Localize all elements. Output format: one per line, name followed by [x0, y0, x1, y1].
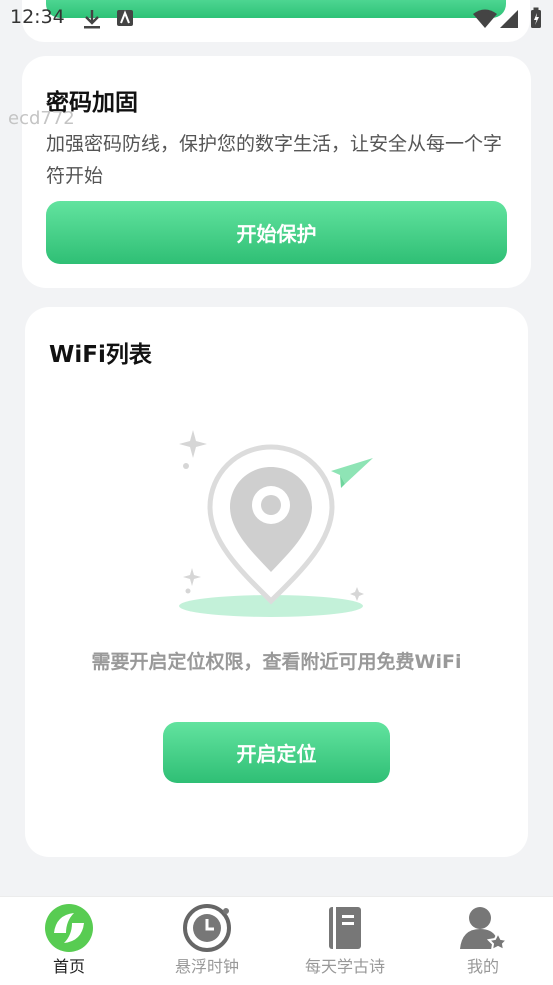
book-icon [329, 907, 361, 949]
status-bar: 12:34 [0, 0, 553, 38]
nav-label-daily-poetry: 每天学古诗 [304, 957, 385, 976]
bottom-nav: 首页 悬浮时钟 每天学古诗 我的 [0, 896, 553, 985]
nav-item-floating-clock[interactable]: 悬浮时钟 [138, 897, 276, 985]
nav-item-home[interactable]: 首页 [0, 897, 138, 985]
wifi-signal-icon [473, 9, 497, 28]
start-protect-button[interactable]: 开始保护 [46, 201, 507, 264]
cell-signal-icon [500, 10, 518, 28]
wifi-list-title: WiFi列表 [49, 342, 152, 368]
enable-location-button[interactable]: 开启定位 [163, 722, 390, 783]
location-permission-hint: 需要开启定位权限，查看附近可用免费WiFi [91, 651, 462, 673]
wifi-list-card: WiFi列表 需要开启定位权限，查看附近可用免费WiFi 开启定位 [25, 307, 528, 857]
location-pin-illustration [179, 430, 373, 617]
watermark: ecd772 [8, 108, 75, 129]
nav-item-daily-poetry[interactable]: 每天学古诗 [276, 897, 414, 985]
home-icon [45, 904, 93, 952]
nav-item-profile[interactable]: 我的 [414, 897, 552, 985]
battery-icon [531, 7, 541, 28]
user-icon [460, 907, 508, 952]
status-time: 12:34 [10, 6, 65, 28]
app-notification-icon [117, 10, 133, 26]
nav-label-home: 首页 [52, 957, 85, 976]
clock-icon [183, 904, 231, 952]
nav-label-floating-clock: 悬浮时钟 [174, 957, 239, 976]
password-hardening-card: 密码加固 加强密码防线，保护您的数字生活，让安全从每一个字符开始 开始保护 [22, 56, 531, 288]
nav-label-profile: 我的 [466, 957, 499, 976]
password-card-description: 加强密码防线，保护您的数字生活，让安全从每一个字符开始 [46, 133, 503, 187]
download-icon [84, 10, 100, 29]
